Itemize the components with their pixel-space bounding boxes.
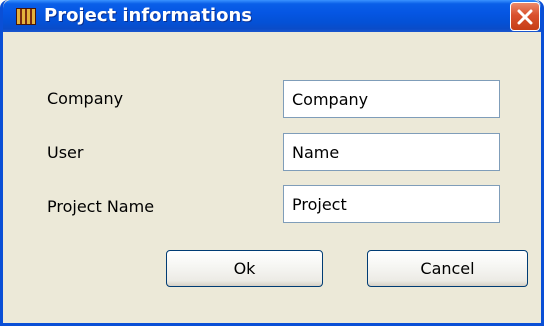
books-icon xyxy=(16,8,36,25)
company-field[interactable] xyxy=(283,80,500,118)
close-button[interactable] xyxy=(510,2,540,31)
project-info-dialog: Project informations Company User Projec… xyxy=(0,0,544,326)
dialog-title: Project informations xyxy=(44,5,252,26)
company-label: Company xyxy=(47,89,124,108)
user-label: User xyxy=(47,143,84,162)
project-name-label: Project Name xyxy=(47,197,155,216)
user-field[interactable] xyxy=(283,133,500,171)
cancel-button[interactable]: Cancel xyxy=(367,250,528,287)
close-icon xyxy=(517,9,533,25)
title-bar[interactable]: Project informations xyxy=(3,0,541,32)
project-name-field[interactable] xyxy=(283,185,500,223)
ok-button[interactable]: Ok xyxy=(166,250,323,287)
